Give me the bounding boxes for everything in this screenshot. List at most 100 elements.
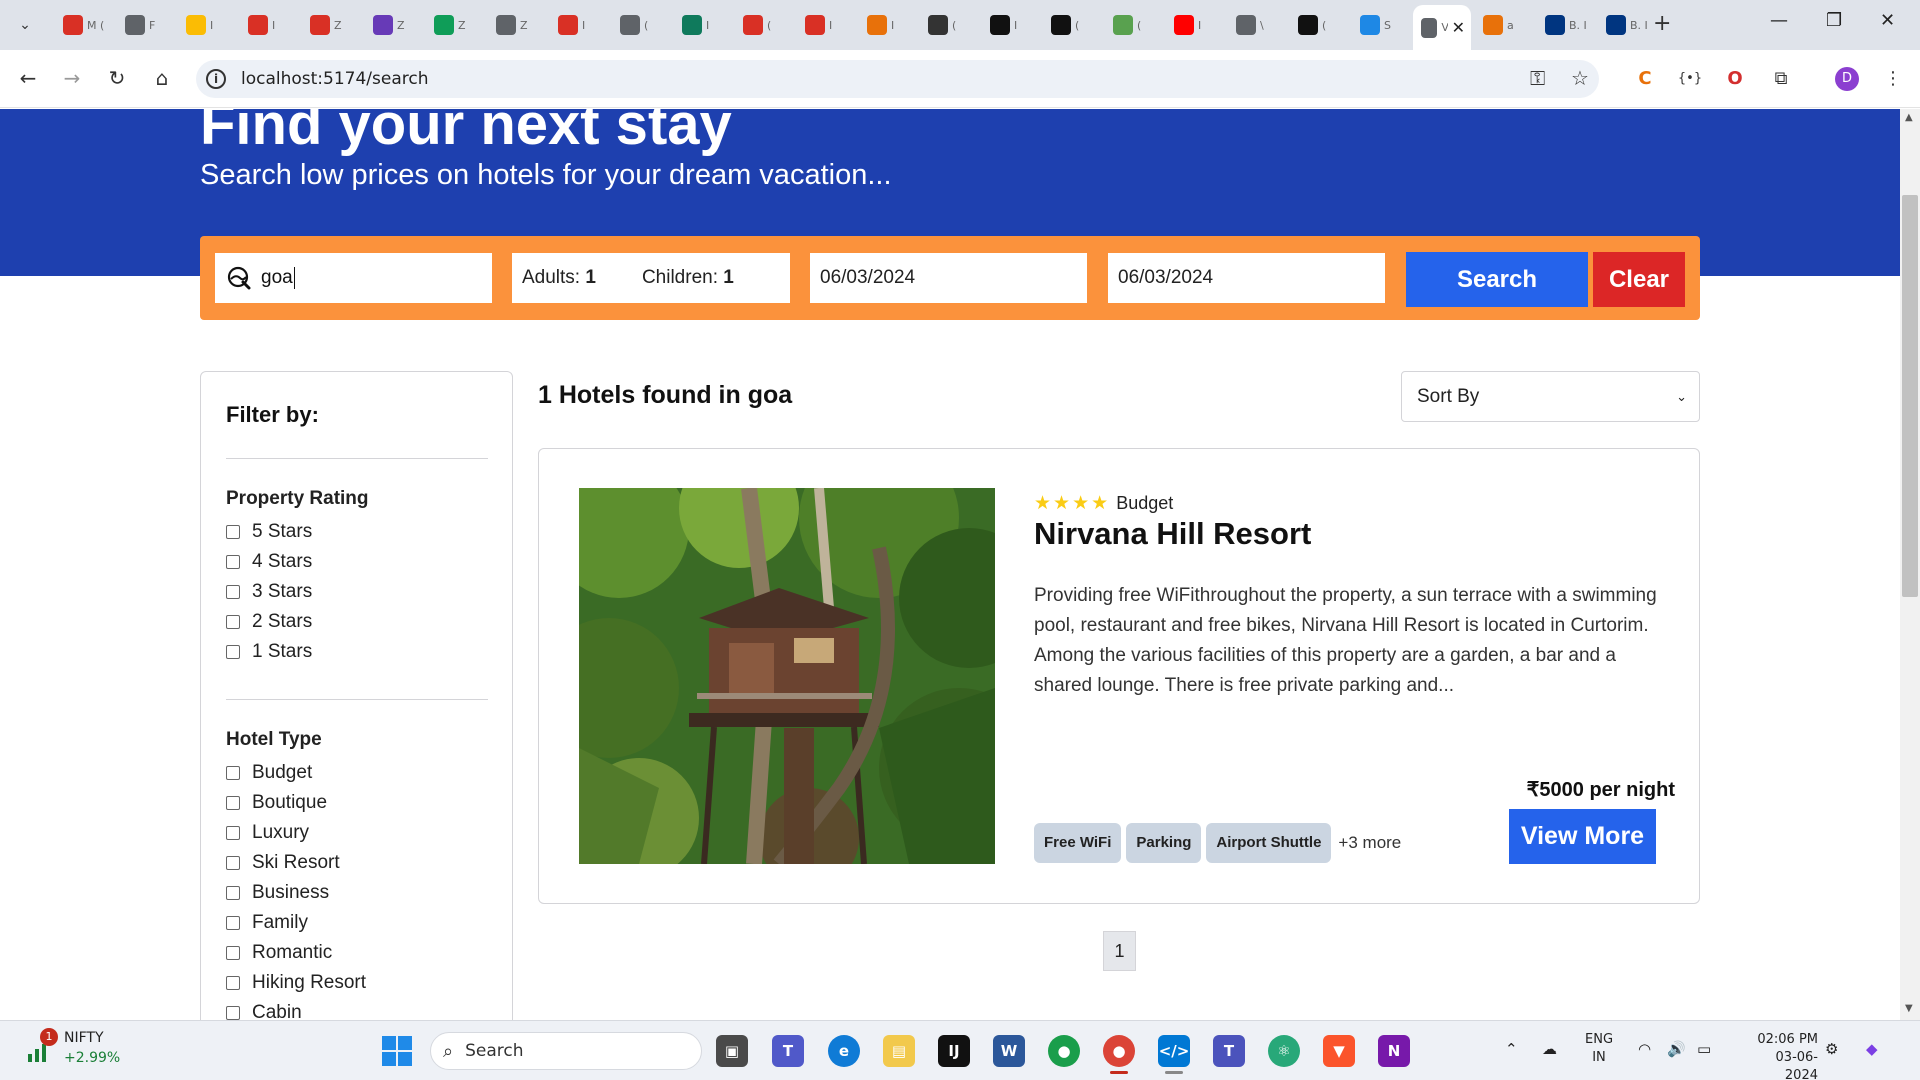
hotel-type-filter-option[interactable]: Romantic bbox=[226, 940, 332, 966]
check-in-date[interactable]: 06/03/2024 bbox=[820, 267, 915, 289]
children-group[interactable]: Children: 1 bbox=[642, 267, 734, 289]
checkbox[interactable] bbox=[226, 1006, 240, 1020]
intellij-icon[interactable]: IJ bbox=[938, 1035, 970, 1067]
file-explorer-icon[interactable]: ▤ bbox=[883, 1035, 915, 1067]
password-key-icon[interactable]: ⚿ bbox=[1530, 66, 1545, 90]
hotel-type-filter-option[interactable]: Ski Resort bbox=[226, 850, 340, 876]
hotel-type-filter-option[interactable]: Business bbox=[226, 880, 329, 906]
checkbox[interactable] bbox=[226, 585, 240, 599]
wifi-icon[interactable]: ◠ bbox=[1638, 1040, 1651, 1058]
address-url[interactable]: localhost:5174/search bbox=[241, 69, 429, 89]
extension-opera-icon[interactable]: O bbox=[1722, 66, 1748, 92]
hotel-type-filter-option[interactable]: Hiking Resort bbox=[226, 970, 366, 996]
browser-tab[interactable]: Z bbox=[302, 9, 358, 41]
browser-tab[interactable]: \ bbox=[1228, 9, 1284, 41]
windows-start-icon[interactable] bbox=[382, 1036, 412, 1066]
rating-filter-option[interactable]: 4 Stars bbox=[226, 549, 312, 575]
destination-field[interactable]: goa bbox=[215, 253, 492, 303]
extensions-puzzle-icon[interactable]: ⧉ bbox=[1768, 66, 1794, 92]
checkbox[interactable] bbox=[226, 976, 240, 990]
reload-icon[interactable]: ↻ bbox=[103, 66, 131, 90]
browser-tab[interactable]: I bbox=[178, 9, 234, 41]
rating-filter-option[interactable]: 2 Stars bbox=[226, 609, 312, 635]
check-in-field[interactable]: 06/03/2024 bbox=[810, 253, 1087, 303]
browser-tab[interactable]: ( bbox=[612, 9, 668, 41]
taskbar-search[interactable]: ⌕ Search bbox=[430, 1032, 702, 1070]
browser-menu-icon[interactable]: ⋮ bbox=[1880, 66, 1906, 92]
stock-change[interactable]: +2.99% bbox=[64, 1050, 120, 1066]
task-view-icon[interactable]: ▣ bbox=[716, 1035, 748, 1067]
checkbox[interactable] bbox=[226, 916, 240, 930]
stock-name[interactable]: NIFTY bbox=[64, 1030, 104, 1046]
search-button[interactable]: Search bbox=[1406, 252, 1588, 307]
home-icon[interactable]: ⌂ bbox=[148, 66, 176, 90]
checkbox[interactable] bbox=[226, 645, 240, 659]
browser-tab[interactable]: ( bbox=[920, 9, 976, 41]
scroll-down-icon[interactable]: ▼ bbox=[1905, 1003, 1913, 1014]
destination-value[interactable]: goa bbox=[261, 267, 293, 289]
extension-c-icon[interactable]: C bbox=[1632, 66, 1658, 92]
browser-tab[interactable]: I bbox=[550, 9, 606, 41]
teams-classic-icon[interactable]: T bbox=[1213, 1035, 1245, 1067]
browser-tab[interactable]: I bbox=[1166, 9, 1222, 41]
browser-tab[interactable]: S bbox=[1352, 9, 1408, 41]
hotel-type-filter-option[interactable]: Budget bbox=[226, 760, 312, 786]
rating-filter-option[interactable]: 1 Stars bbox=[226, 639, 312, 665]
browser-tab[interactable]: Z bbox=[426, 9, 482, 41]
forward-icon[interactable]: → bbox=[58, 66, 86, 90]
profile-avatar[interactable]: D bbox=[1835, 67, 1859, 91]
battery-icon[interactable]: ▭ bbox=[1697, 1040, 1711, 1058]
browser-tab[interactable]: ( bbox=[1290, 9, 1346, 41]
rating-filter-option[interactable]: 3 Stars bbox=[226, 579, 312, 605]
browser-tab[interactable]: Z bbox=[488, 9, 544, 41]
chrome-profile-icon[interactable]: ● bbox=[1103, 1035, 1135, 1067]
browser-tab[interactable]: I bbox=[859, 9, 915, 41]
close-window-button[interactable]: ✕ bbox=[1880, 10, 1895, 31]
browser-tab[interactable]: I bbox=[982, 9, 1038, 41]
scroll-up-icon[interactable]: ▲ bbox=[1905, 112, 1913, 123]
browser-tab[interactable]: I bbox=[797, 9, 853, 41]
browser-tab[interactable]: a bbox=[1475, 9, 1531, 41]
show-hidden-icons[interactable]: ⌃ bbox=[1505, 1040, 1518, 1058]
view-more-button[interactable]: View More bbox=[1509, 809, 1656, 864]
chrome-icon[interactable]: ● bbox=[1048, 1035, 1080, 1067]
checkbox[interactable] bbox=[226, 766, 240, 780]
children-count[interactable]: 1 bbox=[723, 267, 734, 288]
browser-tab[interactable]: F bbox=[117, 9, 173, 41]
browser-tab[interactable]: ( bbox=[1105, 9, 1161, 41]
scrollbar-thumb[interactable] bbox=[1902, 195, 1918, 597]
language-indicator[interactable]: ENG IN bbox=[1585, 1031, 1613, 1067]
notification-bell-icon[interactable]: ⚙ bbox=[1825, 1040, 1838, 1058]
checkbox[interactable] bbox=[226, 615, 240, 629]
browser-tab[interactable]: I bbox=[240, 9, 296, 41]
check-out-date[interactable]: 06/03/2024 bbox=[1118, 267, 1213, 289]
hotel-type-filter-option[interactable]: Luxury bbox=[226, 820, 309, 846]
checkbox[interactable] bbox=[226, 555, 240, 569]
rating-filter-option[interactable]: 5 Stars bbox=[226, 519, 312, 545]
extension-code-icon[interactable]: {•} bbox=[1677, 66, 1703, 92]
checkbox[interactable] bbox=[226, 826, 240, 840]
browser-tab[interactable]: B. I bbox=[1537, 9, 1593, 41]
browser-tab[interactable]: Z bbox=[365, 9, 421, 41]
brave-icon[interactable]: ▼ bbox=[1323, 1035, 1355, 1067]
bookmark-star-icon[interactable]: ☆ bbox=[1571, 66, 1589, 90]
close-tab-icon[interactable]: ✕ bbox=[1452, 18, 1465, 37]
minimize-button[interactable]: — bbox=[1770, 10, 1788, 31]
sort-by-select[interactable]: Sort By ⌄ bbox=[1401, 371, 1700, 422]
onedrive-cloud-icon[interactable]: ☁ bbox=[1542, 1040, 1557, 1058]
adults-count[interactable]: 1 bbox=[585, 267, 596, 288]
browser-tab[interactable]: V ✕ bbox=[1413, 5, 1471, 50]
adults-group[interactable]: Adults: 1 bbox=[522, 267, 596, 289]
browser-tab[interactable]: ( bbox=[1043, 9, 1099, 41]
browser-tab[interactable]: ( bbox=[735, 9, 791, 41]
pagination-page[interactable]: 1 bbox=[1103, 931, 1136, 971]
word-icon[interactable]: W bbox=[993, 1035, 1025, 1067]
checkbox[interactable] bbox=[226, 946, 240, 960]
hotel-type-filter-option[interactable]: Cabin bbox=[226, 1000, 302, 1020]
edge-icon[interactable]: e bbox=[828, 1035, 860, 1067]
checkbox[interactable] bbox=[226, 796, 240, 810]
restore-button[interactable]: ❐ bbox=[1826, 10, 1842, 31]
tab-search-menu-button[interactable]: ⌄ bbox=[12, 12, 38, 38]
guests-field[interactable]: Adults: 1 Children: 1 bbox=[512, 253, 790, 303]
clear-button[interactable]: Clear bbox=[1593, 252, 1685, 307]
